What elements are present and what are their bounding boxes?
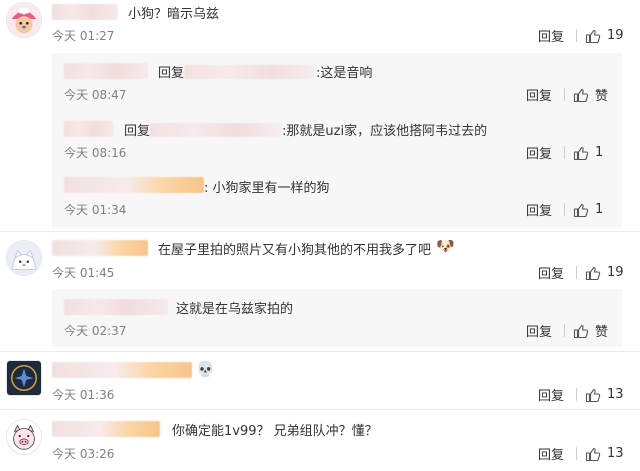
like-count: 赞 bbox=[595, 89, 609, 104]
avatar[interactable] bbox=[6, 240, 42, 276]
username-redacted[interactable] bbox=[64, 177, 204, 193]
emblem-avatar-icon bbox=[7, 361, 41, 395]
reply-body: :那就是uzi家，应该他搭阿韦过去的 bbox=[282, 124, 488, 139]
comment-time: 今天 03:26 bbox=[52, 447, 115, 461]
reply-button[interactable]: 回复 bbox=[538, 263, 564, 282]
username-redacted[interactable] bbox=[52, 421, 160, 437]
separator bbox=[576, 388, 578, 401]
thumbs-up-icon bbox=[585, 447, 601, 461]
separator bbox=[564, 146, 566, 159]
reply-button[interactable]: 回复 bbox=[526, 200, 552, 219]
like-button[interactable]: 19 bbox=[585, 265, 624, 281]
like-count: 赞 bbox=[595, 325, 609, 340]
sub-reply-text: 回复 :这是音响 bbox=[158, 62, 372, 81]
comment-text: 你确定能1v99？ 兄弟组队冲？懂？ bbox=[172, 424, 378, 439]
cat-avatar-icon bbox=[7, 241, 41, 275]
thumbs-up-icon bbox=[573, 88, 589, 102]
skull-emoji: 💀 bbox=[196, 360, 215, 378]
sub-reply-actions: 回复 1 bbox=[526, 200, 603, 219]
chopper-avatar-icon bbox=[7, 3, 41, 37]
avatar[interactable] bbox=[6, 2, 42, 38]
dog-face-emoji: 🐶 bbox=[436, 237, 455, 255]
comment-text: 小狗？暗示乌兹 bbox=[128, 7, 220, 22]
username-redacted[interactable] bbox=[64, 299, 168, 315]
comment-actions: 回复 13 bbox=[538, 385, 624, 404]
username-redacted[interactable] bbox=[52, 240, 148, 256]
separator bbox=[564, 324, 566, 337]
sub-reply-panel: 回复 :这是音响 今天 08:47 回复 赞 回复 :那就是uzi家，应该他搭阿韦过… bbox=[52, 53, 622, 228]
divider bbox=[0, 409, 640, 410]
mention-redacted[interactable] bbox=[150, 123, 283, 137]
like-button[interactable]: 1 bbox=[573, 145, 603, 161]
like-button[interactable]: 赞 bbox=[573, 85, 608, 104]
sub-reply-time: 今天 08:47 bbox=[64, 88, 127, 102]
like-button[interactable]: 13 bbox=[585, 387, 624, 403]
comment-text: 在屋子里拍的照片又有小狗其他的不用我多了吧 bbox=[158, 243, 432, 258]
reply-button[interactable]: 回复 bbox=[526, 143, 552, 162]
reply-button[interactable]: 回复 bbox=[526, 321, 552, 340]
comment-actions: 回复 19 bbox=[538, 263, 624, 282]
thumbs-up-icon bbox=[573, 324, 589, 338]
like-button[interactable]: 13 bbox=[585, 446, 624, 462]
sub-reply-panel: 这就是在乌兹家拍的 今天 02:37 回复 赞 bbox=[52, 289, 622, 347]
sub-reply-text: : 小狗家里有一样的狗 bbox=[204, 181, 330, 196]
reply-button[interactable]: 回复 bbox=[538, 444, 564, 463]
comment-actions: 回复 13 bbox=[538, 444, 624, 463]
thumbs-up-icon bbox=[573, 146, 589, 160]
like-count: 1 bbox=[595, 145, 604, 160]
thumbs-up-icon bbox=[585, 388, 601, 402]
separator bbox=[576, 29, 578, 42]
thumbs-up-icon bbox=[585, 29, 601, 43]
reply-button[interactable]: 回复 bbox=[538, 385, 564, 404]
reply-body: :这是音响 bbox=[316, 66, 373, 81]
sub-reply-time: 今天 02:37 bbox=[64, 324, 127, 338]
comment-time: 今天 01:45 bbox=[52, 266, 115, 280]
comment-actions: 回复 19 bbox=[538, 26, 624, 45]
like-button[interactable]: 赞 bbox=[573, 321, 608, 340]
reply-button[interactable]: 回复 bbox=[538, 26, 564, 45]
like-count: 1 bbox=[595, 202, 604, 217]
sub-reply-text: 回复 :那就是uzi家，应该他搭阿韦过去的 bbox=[124, 120, 487, 139]
sub-reply-time: 今天 08:16 bbox=[64, 146, 127, 160]
like-count: 13 bbox=[607, 387, 624, 402]
username-redacted[interactable] bbox=[52, 4, 118, 20]
separator bbox=[576, 266, 578, 279]
reply-button[interactable]: 回复 bbox=[526, 85, 552, 104]
comment-time: 今天 01:36 bbox=[52, 388, 115, 402]
separator bbox=[564, 203, 566, 216]
sub-reply-actions: 回复 1 bbox=[526, 143, 603, 162]
like-button[interactable]: 1 bbox=[573, 202, 603, 218]
like-count: 13 bbox=[607, 446, 624, 461]
sub-reply-time: 今天 01:34 bbox=[64, 203, 127, 217]
like-button[interactable]: 19 bbox=[585, 28, 624, 44]
thumbs-up-icon bbox=[585, 266, 601, 280]
divider bbox=[0, 231, 640, 232]
like-count: 19 bbox=[607, 265, 624, 280]
mention-redacted[interactable] bbox=[184, 65, 317, 79]
thumbs-up-icon bbox=[573, 203, 589, 217]
username-redacted[interactable] bbox=[64, 63, 148, 79]
username-redacted[interactable] bbox=[64, 121, 114, 137]
reply-prefix: 回复 bbox=[124, 124, 151, 139]
reply-prefix: 回复 bbox=[158, 66, 185, 81]
comment-time: 今天 01:27 bbox=[52, 29, 115, 43]
separator bbox=[564, 88, 566, 101]
username-redacted[interactable] bbox=[52, 362, 192, 378]
avatar[interactable] bbox=[6, 360, 42, 396]
divider bbox=[0, 351, 640, 352]
sub-reply-actions: 回复 赞 bbox=[526, 85, 608, 104]
like-count: 19 bbox=[607, 28, 624, 43]
sub-reply-text: 这就是在乌兹家拍的 bbox=[176, 302, 294, 317]
pig-avatar-icon bbox=[7, 420, 41, 454]
separator bbox=[576, 447, 578, 460]
sub-reply-actions: 回复 赞 bbox=[526, 321, 608, 340]
avatar[interactable] bbox=[6, 419, 42, 455]
